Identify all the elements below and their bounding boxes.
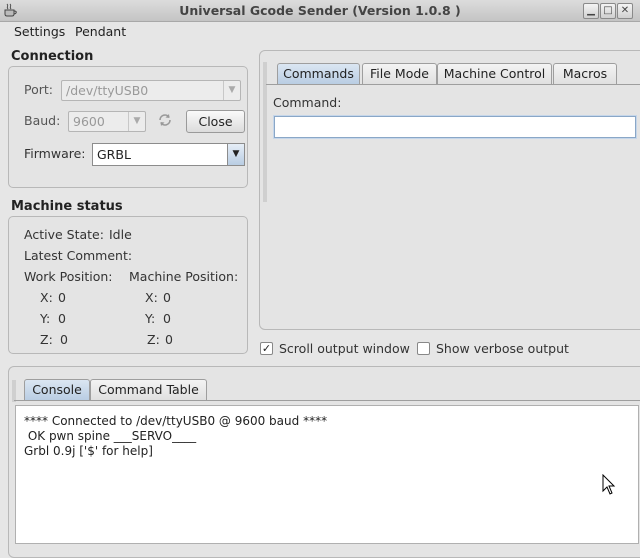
close-icon[interactable]: ✕ — [617, 3, 633, 19]
chevron-down-icon: ▼ — [223, 81, 240, 100]
tab-machine-control[interactable]: Machine Control — [437, 63, 552, 84]
baud-select[interactable]: 9600 ▼ — [68, 111, 146, 132]
firmware-label: Firmware: — [24, 146, 86, 161]
tab-command-table[interactable]: Command Table — [90, 379, 207, 400]
firmware-select[interactable]: GRBL ▼ — [92, 143, 245, 166]
tab-divider — [266, 84, 640, 85]
command-label: Command: — [273, 95, 342, 110]
machine-x-label: X: — [145, 290, 158, 305]
scroll-output-checkbox[interactable]: ✓ — [260, 342, 273, 355]
work-position-label: Work Position: — [24, 269, 113, 284]
active-state-value: Idle — [109, 227, 132, 242]
chevron-down-icon: ▼ — [128, 112, 145, 131]
work-x-value: 0 — [58, 290, 66, 305]
verbose-output-checkbox[interactable] — [417, 342, 430, 355]
tab-macros[interactable]: Macros — [553, 63, 617, 84]
chevron-down-icon: ▼ — [227, 144, 244, 165]
console-line: OK pwn spine ___SERVO____ — [24, 429, 197, 443]
tab-commands[interactable]: Commands — [277, 63, 360, 84]
machine-position-label: Machine Position: — [129, 269, 239, 284]
command-input[interactable] — [274, 116, 636, 138]
connection-title: Connection — [11, 49, 94, 64]
window-title: Universal Gcode Sender (Version 1.0.8 ) — [179, 3, 461, 18]
port-label: Port: — [24, 82, 53, 97]
menu-pendant[interactable]: Pendant — [75, 24, 126, 39]
refresh-icon — [159, 114, 171, 126]
port-select[interactable]: /dev/ttyUSB0 ▼ — [61, 80, 241, 101]
firmware-value: GRBL — [97, 147, 131, 162]
scroll-output-label: Scroll output window — [279, 341, 410, 356]
machine-x-value: 0 — [163, 290, 171, 305]
console-output[interactable]: **** Connected to /dev/ttyUSB0 @ 9600 ba… — [15, 405, 639, 544]
work-y-label: Y: — [40, 311, 51, 326]
close-button[interactable]: Close — [186, 110, 245, 133]
baud-value: 9600 — [73, 114, 105, 129]
port-value: /dev/ttyUSB0 — [66, 83, 149, 98]
verbose-output-label: Show verbose output — [436, 341, 569, 356]
console-line: Grbl 0.9j ['$' for help] — [24, 444, 153, 458]
machine-y-label: Y: — [145, 311, 156, 326]
console-tab-strip: Console Command Table — [14, 379, 214, 401]
maximize-icon[interactable]: □ — [600, 3, 616, 19]
console-line: **** Connected to /dev/ttyUSB0 @ 9600 ba… — [24, 414, 328, 428]
mouse-cursor-icon — [602, 474, 616, 495]
command-panel — [259, 50, 640, 330]
latest-comment-label: Latest Comment: — [24, 248, 133, 263]
work-x-label: X: — [40, 290, 53, 305]
menu-bar: Settings Pendant — [0, 22, 640, 41]
machine-y-value: 0 — [163, 311, 171, 326]
refresh-button[interactable] — [154, 110, 176, 130]
machine-status-title: Machine status — [11, 199, 123, 214]
title-bar: Universal Gcode Sender (Version 1.0.8 ) … — [0, 0, 640, 22]
work-y-value: 0 — [58, 311, 66, 326]
tab-divider — [14, 400, 640, 401]
menu-settings[interactable]: Settings — [14, 24, 65, 39]
tab-file-mode[interactable]: File Mode — [362, 63, 437, 84]
minimize-icon[interactable]: ▁ — [583, 3, 599, 19]
work-z-label: Z: — [40, 332, 53, 347]
command-tab-strip: Commands File Mode Machine Control Macro… — [265, 63, 640, 84]
work-z-value: 0 — [60, 332, 68, 347]
machine-z-value: 0 — [165, 332, 173, 347]
tab-console[interactable]: Console — [24, 379, 90, 400]
active-state-label: Active State: — [24, 227, 104, 242]
machine-z-label: Z: — [147, 332, 160, 347]
baud-label: Baud: — [24, 113, 61, 128]
